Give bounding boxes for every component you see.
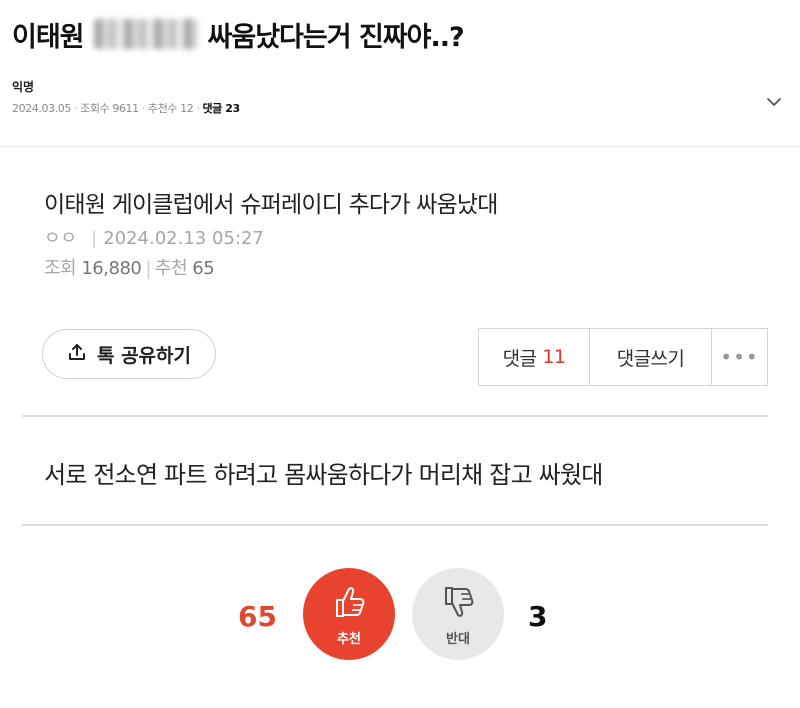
- share-icon: [67, 342, 87, 367]
- share-button[interactable]: 톡 공유하기: [42, 329, 216, 379]
- embedded-post-title: 이태원 게이클럽에서 슈퍼레이디 추다가 싸움났대: [44, 192, 498, 218]
- embedded-author: ㅇㅇ: [44, 228, 78, 249]
- post-comments-link[interactable]: 댓글 23: [202, 102, 240, 115]
- downvote-count: 3: [528, 600, 548, 633]
- post-recommends: 추천수 12: [147, 102, 194, 115]
- upvote-label: 추천: [337, 631, 361, 647]
- share-label: 톡 공유하기: [96, 344, 191, 367]
- comments-count: 11: [542, 346, 566, 368]
- chevron-down-icon[interactable]: [764, 92, 784, 112]
- downvote-button[interactable]: 반대: [412, 568, 504, 660]
- embedded-views: 16,880: [81, 258, 142, 279]
- more-button[interactable]: •••: [712, 329, 767, 385]
- write-comment-label: 댓글쓰기: [616, 347, 685, 370]
- embedded-views-label: 조회: [44, 258, 77, 279]
- comment-button-group: 댓글 11 댓글쓰기 •••: [478, 328, 768, 386]
- embedded-rec: 65: [192, 258, 215, 279]
- censored-blur: [93, 19, 198, 49]
- content-divider-top: [22, 415, 768, 417]
- post-meta: 2024.03.05 · 조회수 9611 · 추천수 12 · 댓글 23: [12, 102, 240, 115]
- author-name: 익명: [12, 80, 35, 94]
- embedded-body: 서로 전소연 파트 하려고 몸싸움하다가 머리채 잡고 싸웠대: [44, 461, 603, 489]
- thumbs-up-icon: [329, 582, 369, 626]
- comments-button[interactable]: 댓글 11: [479, 329, 590, 385]
- embedded-datetime: 2024.02.13 05:27: [103, 228, 264, 249]
- downvote-label: 반대: [446, 631, 470, 647]
- header-divider: [0, 146, 800, 147]
- post-date: 2024.03.05: [12, 102, 71, 115]
- thumbs-down-icon: [438, 582, 478, 626]
- post-title-prefix: 이태원: [12, 21, 85, 53]
- upvote-button[interactable]: 추천: [303, 568, 395, 660]
- content-divider-bottom: [22, 524, 768, 526]
- comments-label: 댓글: [502, 347, 537, 370]
- post-views: 조회수 9611: [80, 102, 139, 115]
- post-title-row: 이태원 싸움났다는거 진짜야..?: [12, 14, 465, 54]
- embedded-rec-label: 추천: [154, 258, 188, 279]
- embedded-meta-line2: 조회 16,880 | 추천 65: [44, 258, 215, 279]
- upvote-count: 65: [238, 600, 277, 633]
- embedded-meta-line1: ㅇㅇ | 2024.02.13 05:27: [44, 228, 264, 249]
- write-comment-button[interactable]: 댓글쓰기: [590, 329, 712, 385]
- post-title-suffix: 싸움났다는거 진짜야..?: [207, 21, 465, 53]
- more-icon: •••: [720, 345, 759, 369]
